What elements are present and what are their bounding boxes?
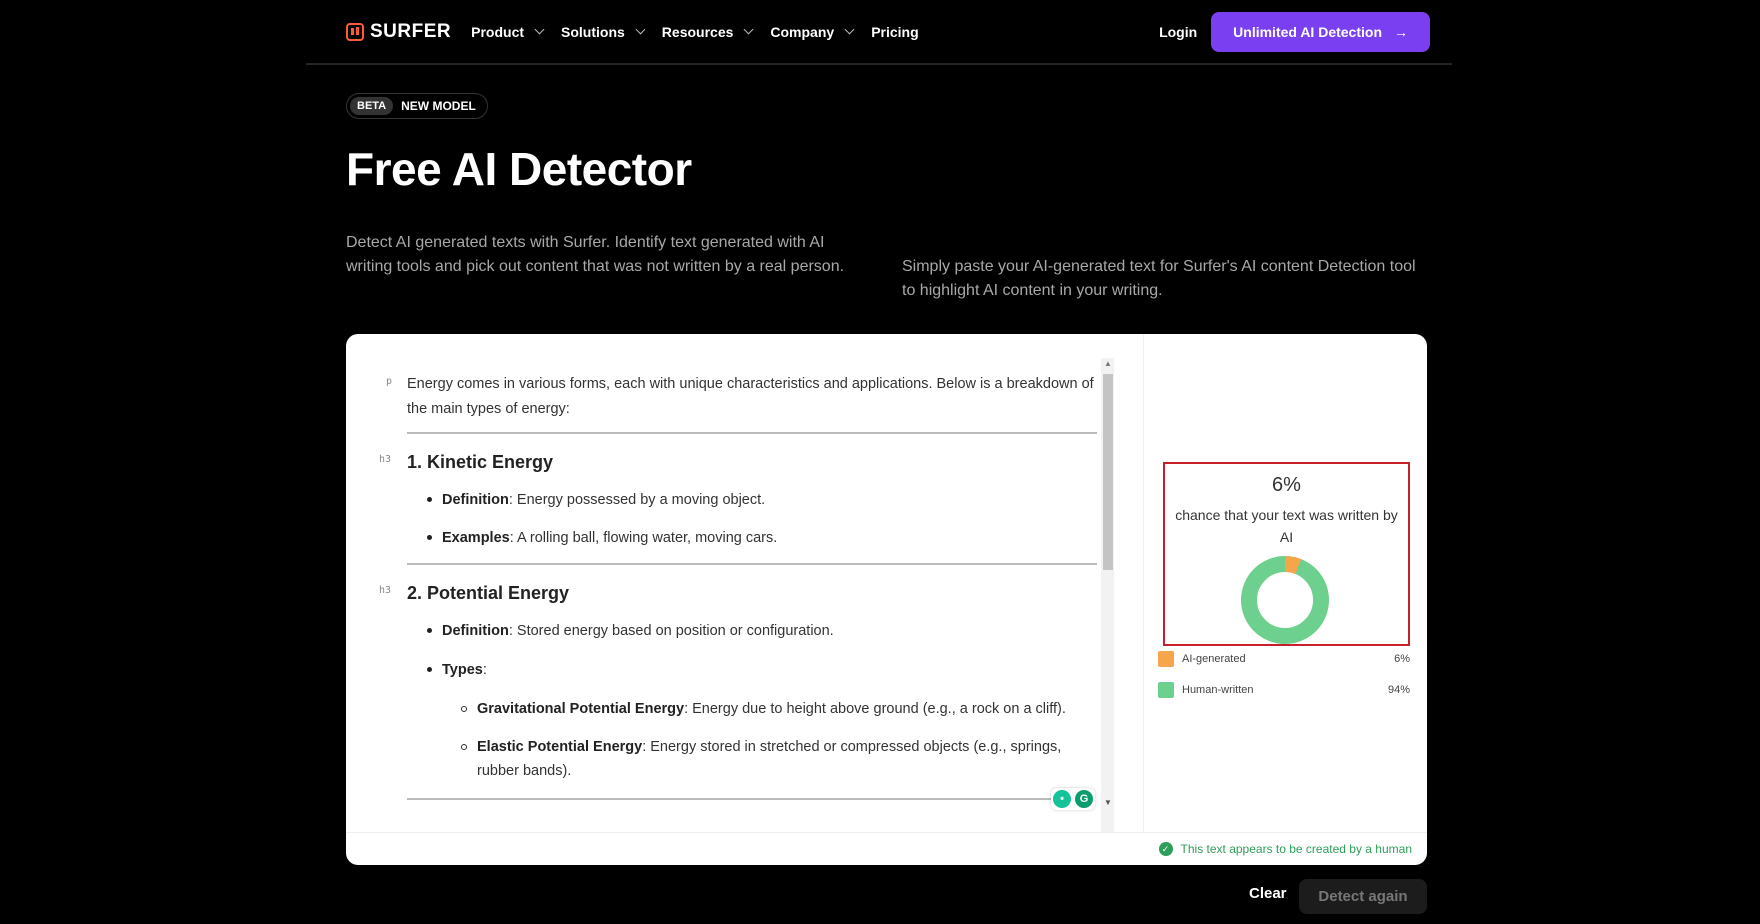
term: Examples bbox=[442, 530, 510, 546]
bullet bbox=[427, 535, 432, 540]
term: Types bbox=[442, 662, 483, 678]
chevron-down-icon bbox=[635, 24, 646, 35]
menu-label: Company bbox=[770, 23, 835, 40]
divider bbox=[407, 563, 1097, 565]
bullet bbox=[427, 667, 432, 672]
hero-description-left: Detect AI generated texts with Surfer. I… bbox=[346, 234, 845, 275]
detect-again-button[interactable]: Detect again bbox=[1299, 879, 1427, 914]
text-editor[interactable]: p Energy comes in various forms, each wi… bbox=[346, 334, 1116, 832]
menu-item-pricing[interactable]: Pricing bbox=[871, 24, 918, 40]
divider bbox=[407, 798, 1053, 800]
legend-ai-generated: AI-generated 6% bbox=[1158, 650, 1410, 668]
grammarly-g-icon[interactable]: G bbox=[1075, 790, 1093, 808]
list-item[interactable]: Types: bbox=[442, 658, 487, 682]
term: Definition bbox=[442, 623, 509, 639]
term: Definition bbox=[442, 492, 509, 508]
heading-potential-energy[interactable]: 2. Potential Energy bbox=[407, 583, 569, 604]
legend-human-written: Human-written 94% bbox=[1158, 681, 1410, 699]
term: Gravitational Potential Energy bbox=[477, 701, 685, 717]
heading-kinetic-energy[interactable]: 1. Kinetic Energy bbox=[407, 452, 553, 473]
term-text: : Stored energy based on position or con… bbox=[508, 623, 834, 639]
term-text: : A rolling ball, flowing water, moving … bbox=[509, 530, 778, 546]
surfer-logo[interactable]: SURFER bbox=[346, 21, 451, 43]
legend-value: 6% bbox=[1394, 653, 1410, 665]
legend-label: AI-generated bbox=[1182, 653, 1246, 665]
grammarly-widget[interactable]: • G bbox=[1051, 788, 1095, 810]
bullet bbox=[427, 497, 432, 502]
result-panel: 6% chance that your text was written by … bbox=[1143, 334, 1427, 832]
chevron-down-icon bbox=[534, 24, 545, 35]
list-item[interactable]: Definition: Stored energy based on posit… bbox=[442, 619, 834, 643]
result-footer: ✓ This text appears to be created by a h… bbox=[346, 832, 1427, 865]
logo-text: SURFER bbox=[370, 20, 452, 42]
menu-label: Resources bbox=[661, 23, 734, 40]
human-verdict-text: This text appears to be created by a hum… bbox=[1180, 842, 1412, 856]
menu-item-product[interactable]: Product bbox=[471, 23, 545, 40]
detector-card: p Energy comes in various forms, each wi… bbox=[346, 334, 1427, 865]
main-menu: Product Solutions Resources Company Pric… bbox=[471, 24, 937, 40]
menu-label: Solutions bbox=[561, 23, 625, 40]
cta-label: Unlimited AI Detection bbox=[1233, 23, 1382, 40]
legend-value: 94% bbox=[1387, 684, 1410, 696]
term-text: : bbox=[482, 662, 487, 678]
new-model-badge: BETA NEW MODEL bbox=[346, 93, 488, 119]
unlimited-ai-detection-button[interactable]: Unlimited AI Detection → bbox=[1211, 11, 1430, 52]
top-nav: SURFER Product Solutions Resources Compa… bbox=[306, 0, 1452, 64]
check-circle-icon: ✓ bbox=[1158, 842, 1173, 856]
chance-text: chance that your text was written by AI bbox=[1175, 507, 1398, 545]
menu-label: Product bbox=[471, 23, 525, 40]
term-text: : Energy possessed by a moving object. bbox=[508, 492, 766, 508]
block-tag-h3: h3 bbox=[379, 454, 392, 465]
login-link[interactable]: Login bbox=[1159, 24, 1197, 40]
arrow-right-icon: → bbox=[1394, 23, 1408, 40]
menu-item-company[interactable]: Company bbox=[770, 23, 855, 40]
ai-donut-chart bbox=[1241, 556, 1329, 644]
surfer-logo-icon bbox=[346, 22, 364, 41]
clear-button[interactable]: Clear bbox=[1249, 885, 1287, 902]
divider bbox=[407, 432, 1097, 434]
menu-item-resources[interactable]: Resources bbox=[661, 23, 754, 40]
new-model-label: NEW MODEL bbox=[401, 99, 476, 113]
grammarly-bulb-icon[interactable]: • bbox=[1053, 790, 1071, 808]
term: Elastic Potential Energy bbox=[477, 739, 643, 755]
sub-bullet bbox=[461, 744, 467, 750]
sub-bullet bbox=[461, 706, 467, 712]
list-item[interactable]: Definition: Energy possessed by a moving… bbox=[442, 488, 765, 512]
menu-item-solutions[interactable]: Solutions bbox=[561, 23, 646, 40]
sub-list-item[interactable]: Gravitational Potential Energy: Energy d… bbox=[477, 697, 1097, 721]
block-tag-h3: h3 bbox=[379, 585, 392, 596]
chevron-down-icon bbox=[844, 24, 855, 35]
ai-percent: 6% bbox=[1272, 474, 1301, 496]
scroll-down-arrow-icon[interactable]: ▼ bbox=[1104, 798, 1112, 807]
nav-right: Login Unlimited AI Detection → bbox=[1159, 11, 1430, 52]
legend-label: Human-written bbox=[1182, 684, 1254, 696]
intro-paragraph[interactable]: Energy comes in various forms, each with… bbox=[407, 372, 1097, 422]
donut-human-segment bbox=[1241, 556, 1329, 644]
hero-description-right: Simply paste your AI-generated text for … bbox=[902, 258, 1416, 299]
menu-label: Pricing bbox=[871, 23, 919, 40]
ai-probability-box: 6% chance that your text was written by … bbox=[1163, 462, 1410, 646]
term-text: : Energy due to height above ground (e.g… bbox=[684, 701, 1066, 717]
page-title: Free AI Detector bbox=[346, 143, 692, 195]
beta-pill: BETA bbox=[350, 97, 394, 115]
block-tag-p: p bbox=[386, 376, 393, 387]
bullet bbox=[427, 628, 432, 633]
scrollbar-thumb[interactable] bbox=[1103, 374, 1113, 570]
legend-swatch-ai bbox=[1158, 651, 1174, 667]
legend-swatch-human bbox=[1158, 682, 1174, 698]
chevron-down-icon bbox=[743, 24, 754, 35]
nav-divider bbox=[306, 64, 1452, 65]
scroll-up-arrow-icon[interactable]: ▲ bbox=[1104, 359, 1112, 368]
list-item[interactable]: Examples: A rolling ball, flowing water,… bbox=[442, 526, 777, 550]
sub-list-item[interactable]: Elastic Potential Energy: Energy stored … bbox=[477, 735, 1097, 783]
